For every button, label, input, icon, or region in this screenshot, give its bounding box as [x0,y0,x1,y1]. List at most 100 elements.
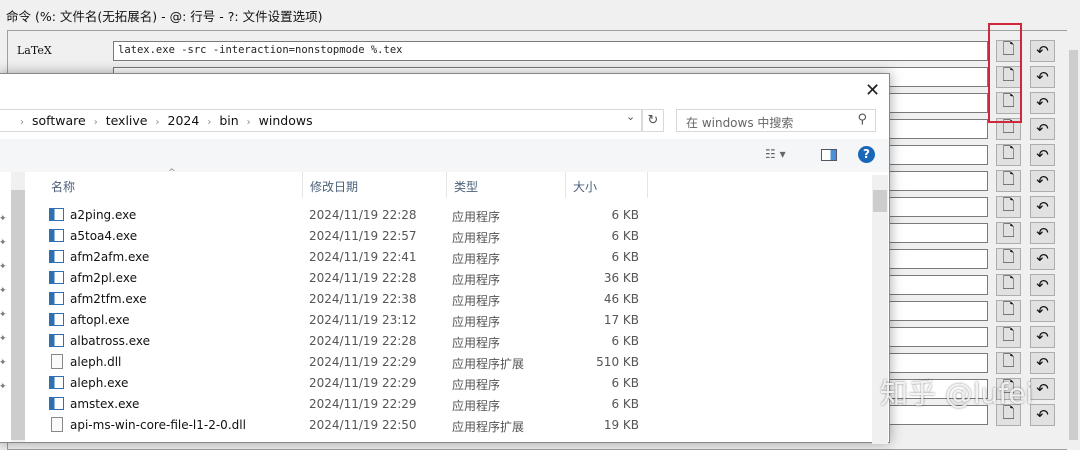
file-size: 6 KB [611,397,639,411]
search-input[interactable]: 在 windows 中搜索 ⚲ [676,109,876,132]
file-row[interactable]: amstex.exe 2024/11/19 22:29 应用程序 6 KB [44,394,654,415]
file-open-dialog: ✕ › software › texlive › 2024 › bin › windows ⌄ ↻… [0,73,890,444]
help-icon[interactable]: ? [858,146,875,163]
command-label-latex: LaTeX [17,44,52,57]
preview-pane-icon[interactable] [821,149,837,161]
undo-icon: ↶ [1036,68,1049,86]
pin-icon: ✦ [0,382,7,392]
column-date[interactable]: 修改日期 [303,172,447,198]
file-date: 2024/11/19 22:29 [309,376,417,390]
file-row[interactable]: afm2afm.exe 2024/11/19 22:41 应用程序 6 KB [44,247,654,268]
reset-button[interactable]: ↶ [1030,300,1055,322]
file-name: aleph.exe [70,376,129,390]
file-upload-icon: 🗋 [1002,221,1015,240]
file-type: 应用程序 [452,315,501,329]
reset-button[interactable]: ↶ [1030,40,1055,62]
browse-file-button[interactable]: 🗋 [996,352,1021,374]
reset-button[interactable]: ↶ [1030,66,1055,88]
commands-group-title: 命令 (%: 文件名(无拓展名) - @: 行号 - ?: 文件设置选项) [6,9,323,24]
reset-button[interactable]: ↶ [1030,248,1055,270]
file-size: 17 KB [603,313,639,327]
file-date: 2024/11/19 22:41 [309,250,417,264]
file-date: 2024/11/19 22:38 [309,292,417,306]
view-options-icon[interactable]: ☷ ▾ [765,147,786,161]
reset-button[interactable]: ↶ [1030,170,1055,192]
file-row[interactable]: afm2pl.exe 2024/11/19 22:28 应用程序 36 KB [44,268,654,289]
file-row[interactable]: albatross.exe 2024/11/19 22:28 应用程序 6 KB [44,331,654,352]
reset-button[interactable]: ↶ [1030,92,1055,114]
browse-file-button[interactable]: 🗋 [996,170,1021,192]
pin-icon: ✦ [0,262,7,272]
reset-button[interactable]: ↶ [1030,118,1055,140]
file-upload-icon: 🗋 [1002,247,1015,266]
chevron-right-icon[interactable]: › [20,117,24,128]
browse-file-button[interactable]: 🗋 [996,300,1021,322]
reset-button[interactable]: ↶ [1030,326,1055,348]
file-type: 应用程序 [452,336,501,350]
refresh-button[interactable]: ↻ [642,109,664,132]
reset-button[interactable]: ↶ [1030,404,1055,426]
chevron-right-icon[interactable]: › [94,117,98,128]
exe-file-icon [49,292,64,305]
close-icon[interactable]: ✕ [865,80,880,101]
pin-icon: ✦ [0,310,7,320]
command-input[interactable]: latex.exe -src -interaction=nonstopmode … [113,41,988,61]
file-size: 36 KB [603,271,639,285]
file-row[interactable]: afm2tfm.exe 2024/11/19 22:38 应用程序 46 KB [44,289,654,310]
undo-icon: ↶ [1036,120,1049,138]
file-name: a2ping.exe [70,208,137,222]
file-upload-icon: 🗋 [1002,299,1015,318]
file-row[interactable]: aleph.dll 2024/11/19 22:29 应用程序扩展 510 KB [44,352,654,373]
breadcrumb-item[interactable]: texlive [106,113,148,128]
breadcrumb-item[interactable]: bin [219,113,238,128]
file-row[interactable]: a2ping.exe 2024/11/19 22:28 应用程序 6 KB [44,205,654,226]
file-type: 应用程序 [452,252,501,266]
breadcrumb-item[interactable]: software [32,113,86,128]
reset-button[interactable]: ↶ [1030,196,1055,218]
browse-file-button[interactable]: 🗋 [996,248,1021,270]
file-name: afm2tfm.exe [70,292,147,306]
browse-file-button[interactable]: 🗋 [996,274,1021,296]
chevron-right-icon[interactable]: › [207,117,211,128]
undo-icon: ↶ [1036,198,1049,216]
dll-file-icon [51,354,63,369]
reset-button[interactable]: ↶ [1030,222,1055,244]
undo-icon: ↶ [1036,42,1049,60]
reset-button[interactable]: ↶ [1030,144,1055,166]
nav-scrollbar[interactable] [11,172,25,442]
file-type: 应用程序扩展 [452,420,525,434]
browse-file-button[interactable]: 🗋 [996,196,1021,218]
reset-button[interactable]: ↶ [1030,352,1055,374]
column-type[interactable]: 类型 [447,172,566,198]
file-name: albatross.exe [70,334,150,348]
scrollbar[interactable] [1067,30,1080,440]
chevron-down-icon[interactable]: ⌄ [626,110,635,123]
file-size: 19 KB [603,418,639,432]
browse-file-button[interactable]: 🗋 [996,144,1021,166]
file-date: 2024/11/19 22:28 [309,334,417,348]
browse-file-button[interactable]: 🗋 [996,326,1021,348]
file-row[interactable]: aleph.exe 2024/11/19 22:29 应用程序 6 KB [44,373,654,394]
browse-file-button[interactable]: 🗋 [996,222,1021,244]
file-date: 2024/11/19 22:29 [309,355,417,369]
reset-button[interactable]: ↶ [1030,274,1055,296]
pin-icon: ✦ [0,334,7,344]
pin-icon: ✦ [0,214,7,224]
exe-file-icon [49,397,64,410]
file-upload-icon: 🗋 [1002,169,1015,188]
undo-icon: ↶ [1036,172,1049,190]
file-row[interactable]: a5toa4.exe 2024/11/19 22:57 应用程序 6 KB [44,226,654,247]
highlight-box [988,23,1022,123]
file-row[interactable]: api-ms-win-core-file-l1-2-0.dll 2024/11/… [44,415,654,436]
file-name: afm2afm.exe [70,250,150,264]
file-date: 2024/11/19 22:50 [309,418,417,432]
chevron-right-icon[interactable]: › [156,117,160,128]
breadcrumb-item[interactable]: windows [259,113,313,128]
chevron-right-icon[interactable]: › [247,117,251,128]
breadcrumb-item[interactable]: 2024 [168,113,200,128]
reset-button[interactable]: ↶ [1030,378,1055,400]
address-bar[interactable]: › software › texlive › 2024 › bin › windows [0,109,642,132]
file-name: api-ms-win-core-file-l1-2-0.dll [70,418,246,432]
file-row[interactable]: aftopl.exe 2024/11/19 23:12 应用程序 17 KB [44,310,654,331]
column-size[interactable]: 大小 [566,172,648,198]
